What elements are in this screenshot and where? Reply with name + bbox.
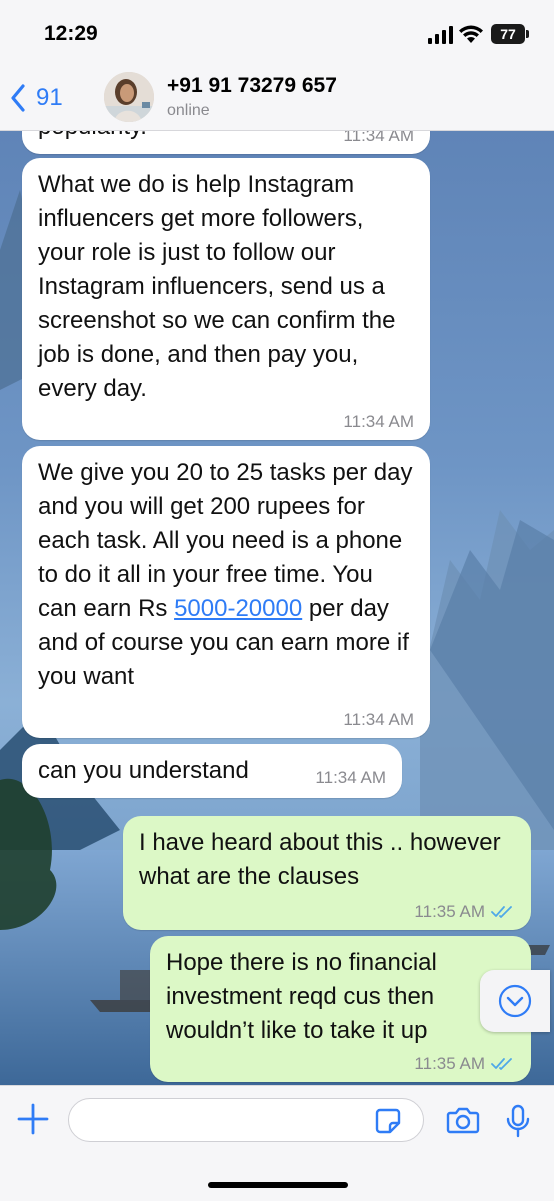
message-meta: 11:34 AM xyxy=(315,768,386,788)
contact-status: online xyxy=(167,102,210,119)
message-meta: 11:34 AM xyxy=(343,710,414,730)
message-meta: 11:35 AM xyxy=(414,1054,515,1074)
message-bubble-outgoing[interactable]: I have heard about this .. however what … xyxy=(123,816,531,930)
message-time: 11:35 AM xyxy=(414,902,485,921)
scroll-to-bottom-button[interactable] xyxy=(480,970,550,1032)
mic-icon[interactable] xyxy=(506,1104,530,1138)
message-bubble-outgoing[interactable]: Hope there is no financial investment re… xyxy=(150,936,531,1082)
status-time: 12:29 xyxy=(44,22,98,45)
message-text: Hope there is no financial investment re… xyxy=(166,949,437,1044)
chevron-left-icon xyxy=(11,84,25,112)
sticker-icon[interactable] xyxy=(375,1108,401,1134)
message-time: 11:35 AM xyxy=(414,1054,485,1073)
back-unread-count: 91 xyxy=(36,84,63,111)
message-bubble-incoming[interactable]: We give you 20 to 25 tasks per day and y… xyxy=(22,446,430,738)
message-bubble-incoming[interactable]: can you understand 11:34 AM xyxy=(22,744,402,798)
contact-name[interactable]: +91 91 73279 657 xyxy=(167,74,337,98)
status-bar: 12:29 77 xyxy=(0,0,554,64)
message-meta: 11:34 AM xyxy=(343,412,414,432)
message-text: We give you 20 to 25 tasks per day and y… xyxy=(38,456,414,694)
wifi-icon xyxy=(459,25,483,43)
signal-icon xyxy=(428,26,453,44)
avatar-image xyxy=(104,72,154,122)
battery-icon: 77 xyxy=(491,24,529,44)
camera-icon[interactable] xyxy=(446,1106,480,1134)
plus-icon[interactable] xyxy=(16,1102,50,1136)
double-check-icon xyxy=(491,906,512,918)
message-time: 11:34 AM xyxy=(343,710,414,729)
message-text: What we do is help Instagram influencers… xyxy=(38,171,396,402)
message-input[interactable] xyxy=(68,1098,424,1142)
chevron-down-icon xyxy=(498,984,532,1018)
message-text: I have heard about this .. however what … xyxy=(139,829,501,890)
home-indicator xyxy=(208,1182,348,1188)
message-meta: 11:35 AM xyxy=(414,902,515,922)
message-time: 11:34 AM xyxy=(343,412,414,431)
contact-avatar[interactable] xyxy=(104,72,154,122)
phone-number-link[interactable]: 5000-20000 xyxy=(174,595,302,622)
back-button[interactable]: 91 xyxy=(10,78,63,118)
message-bubble-incoming[interactable]: What we do is help Instagram influencers… xyxy=(22,158,430,440)
message-time: 11:34 AM xyxy=(315,768,386,787)
battery-level: 77 xyxy=(500,26,516,42)
double-check-icon xyxy=(491,1058,512,1070)
